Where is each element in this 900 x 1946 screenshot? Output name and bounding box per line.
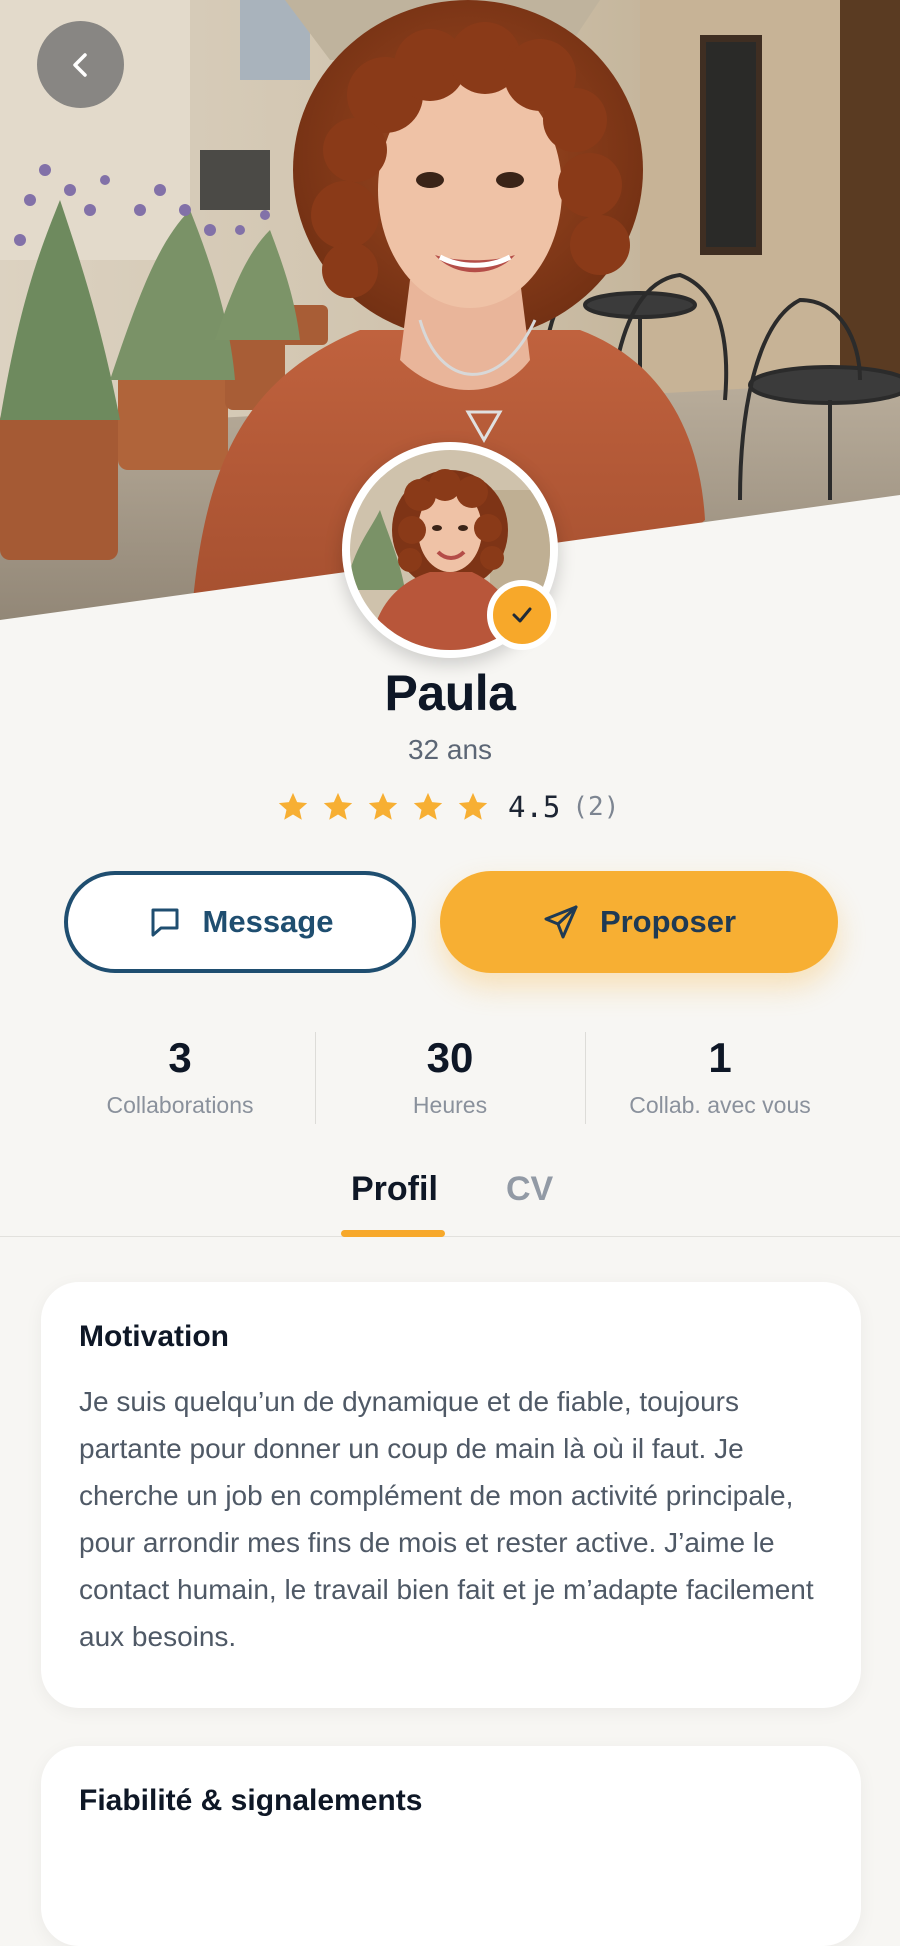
- rating-value: 4.5: [508, 790, 561, 824]
- stats-row: 3 Collaborations 30 Heures 1 Collab. ave…: [45, 1030, 855, 1126]
- propose-button[interactable]: Proposer: [440, 871, 838, 973]
- chevron-left-icon: [72, 52, 87, 77]
- back-button[interactable]: [37, 21, 124, 108]
- motivation-text: Je suis quelqu’un de dynamique et de fia…: [79, 1386, 814, 1652]
- stat-label: Collab. avec vous: [629, 1092, 811, 1118]
- motivation-card: Motivation Je suis quelqu’un de dynamiqu…: [41, 1282, 861, 1708]
- rating-count: (2): [572, 792, 620, 822]
- tab-profil[interactable]: Profil: [351, 1170, 438, 1209]
- check-icon: [512, 607, 532, 623]
- send-icon: [544, 905, 578, 939]
- stat-label: Heures: [412, 1092, 488, 1118]
- tab-cv[interactable]: CV: [506, 1170, 553, 1209]
- message-button[interactable]: Message: [64, 871, 416, 973]
- stat-hours: 30 Heures: [315, 1030, 585, 1126]
- profile-name: Paula: [384, 665, 516, 721]
- profile-age: 32 ans: [407, 734, 493, 765]
- active-tab-indicator: [341, 1230, 445, 1237]
- star-icon: [458, 792, 488, 820]
- message-button-label: Message: [202, 904, 334, 939]
- stat-collab-with-you: 1 Collab. avec vous: [585, 1030, 855, 1126]
- propose-button-label: Proposer: [599, 904, 737, 939]
- reliability-card: Fiabilité & signalements: [41, 1746, 861, 1946]
- stat-label: Collaborations: [106, 1092, 254, 1118]
- star-icon: [323, 792, 353, 820]
- verified-badge: [487, 580, 557, 650]
- star-icon: [278, 792, 308, 820]
- tab-bar: Profil CV: [0, 1162, 900, 1237]
- chat-bubble-icon: [151, 908, 179, 937]
- stat-value: 30: [426, 1034, 474, 1081]
- rating: 4.5 (2): [276, 786, 636, 828]
- stat-value: 3: [168, 1034, 192, 1081]
- motivation-title: Motivation: [79, 1320, 229, 1353]
- stat-collaborations: 3 Collaborations: [45, 1030, 315, 1126]
- star-icon: [413, 792, 443, 820]
- reliability-title: Fiabilité & signalements: [79, 1784, 423, 1817]
- star-icon: [368, 792, 398, 820]
- stat-value: 1: [708, 1034, 732, 1081]
